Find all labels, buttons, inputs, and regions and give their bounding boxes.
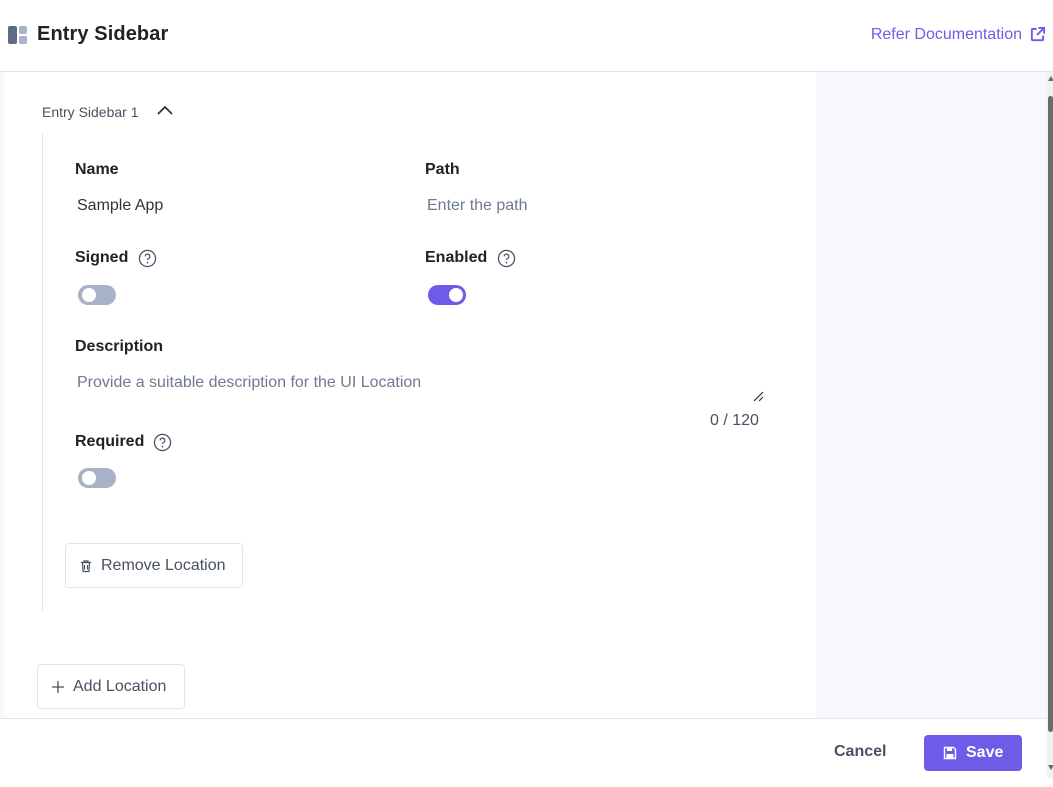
remove-location-label: Remove Location (101, 556, 226, 574)
save-button[interactable]: Save (924, 735, 1022, 771)
chevron-up-icon[interactable] (156, 103, 174, 117)
required-toggle[interactable] (78, 468, 116, 488)
location-form-panel (4, 72, 816, 718)
layout-sidebar-icon (8, 26, 27, 44)
section-divider (42, 134, 43, 611)
add-location-label: Add Location (73, 677, 167, 695)
save-icon (943, 746, 957, 760)
save-label: Save (966, 744, 1004, 761)
enabled-toggle[interactable] (428, 285, 466, 305)
signed-label: Signed (75, 249, 129, 266)
scrollbar-thumb[interactable] (1048, 96, 1053, 732)
path-input[interactable]: Enter the path (427, 197, 528, 215)
remove-location-button[interactable]: Remove Location (65, 543, 243, 588)
help-icon[interactable] (153, 433, 172, 452)
page-header: Entry Sidebar Refer Documentation (0, 0, 1053, 72)
external-link-icon[interactable] (1030, 27, 1045, 42)
name-label: Name (75, 161, 119, 178)
description-label: Description (75, 338, 164, 355)
signed-toggle[interactable] (78, 285, 116, 305)
help-icon[interactable] (138, 249, 157, 268)
help-icon[interactable] (497, 249, 516, 268)
path-label: Path (425, 161, 460, 178)
section-title[interactable]: Entry Sidebar 1 (42, 104, 139, 120)
trash-icon (81, 559, 91, 572)
description-textarea[interactable]: Provide a suitable description for the U… (77, 374, 421, 392)
required-label: Required (75, 433, 145, 450)
side-panel (816, 72, 1049, 718)
resize-handle-icon[interactable] (752, 390, 764, 402)
cancel-button[interactable]: Cancel (834, 743, 886, 761)
plus-icon (52, 680, 64, 693)
footer-bar (0, 718, 1047, 787)
scroll-down-arrow[interactable] (1048, 765, 1053, 770)
page-title: Entry Sidebar (37, 23, 169, 45)
add-location-button[interactable]: Add Location (37, 664, 185, 709)
name-input[interactable]: Sample App (77, 197, 163, 215)
scroll-up-arrow[interactable] (1048, 76, 1053, 81)
refer-documentation-link[interactable]: Refer Documentation (871, 26, 1022, 44)
enabled-label: Enabled (425, 249, 488, 266)
character-counter: 0 / 120 (710, 412, 759, 429)
